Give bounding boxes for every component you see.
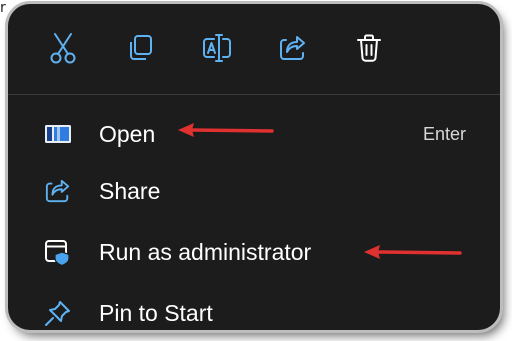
menu-item-label: Share (99, 178, 161, 204)
context-menu-toolbar (8, 4, 500, 94)
menu-item-label: Run as administrator (99, 239, 312, 265)
cut-icon (49, 32, 77, 64)
menu-item-label: Open (99, 121, 156, 147)
rename-button[interactable] (199, 30, 235, 66)
menu-item-pin-to-start[interactable]: Pin to Start (8, 287, 500, 330)
corner-glyph: r (0, 0, 6, 16)
menu-item-open[interactable]: Open Enter (8, 108, 500, 160)
share-icon (278, 34, 308, 62)
open-window-icon (44, 120, 72, 148)
toolbar-divider (8, 94, 500, 95)
share-icon (44, 177, 72, 205)
copy-icon (125, 33, 155, 63)
share-button[interactable] (275, 30, 311, 66)
menu-item-label: Pin to Start (99, 300, 213, 326)
rename-icon (201, 33, 233, 63)
pin-icon (44, 299, 72, 327)
delete-button[interactable] (351, 30, 387, 66)
copy-button[interactable] (122, 30, 158, 66)
delete-icon (356, 33, 382, 63)
screenshot-page: r Open Enter Share Run as administrator … (0, 0, 512, 341)
menu-item-run-as-administrator[interactable]: Run as administrator (8, 226, 500, 278)
shield-window-icon (44, 238, 72, 266)
menu-item-share[interactable]: Share (8, 165, 500, 217)
shortcut-hint: Enter (422, 124, 466, 144)
context-menu: Open Enter Share Run as administrator Pi… (8, 4, 500, 330)
cut-button[interactable] (45, 30, 81, 66)
